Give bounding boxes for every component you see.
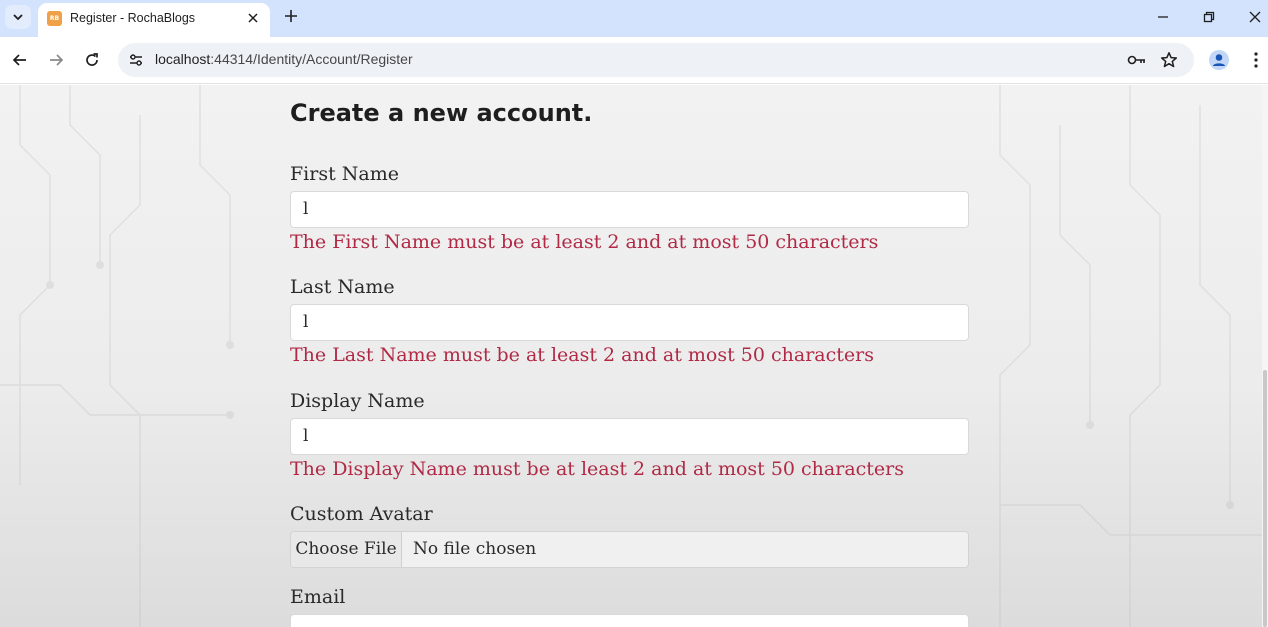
page-content: Create a new account. First Name l The F… (0, 85, 1262, 627)
custom-avatar-file-input[interactable]: Choose File No file chosen (290, 531, 969, 568)
key-icon (1127, 55, 1145, 65)
site-favicon-icon: RB (47, 11, 62, 26)
display-name-value: l (303, 426, 309, 446)
choose-file-button[interactable]: Choose File (291, 532, 402, 567)
last-name-value: l (303, 312, 309, 332)
page-scrollbar[interactable] (1262, 85, 1268, 627)
chevron-down-icon (13, 14, 23, 21)
first-name-input[interactable]: l (290, 191, 969, 228)
display-name-label: Display Name (290, 390, 425, 412)
close-icon (248, 13, 258, 23)
scrollbar-thumb[interactable] (1263, 370, 1267, 627)
browser-toolbar: localhost:44314/Identity/Account/Registe… (0, 37, 1268, 84)
back-button[interactable] (8, 48, 32, 72)
url-path: :44314/Identity/Account/Register (210, 51, 413, 67)
profile-button[interactable] (1207, 48, 1231, 72)
new-tab-button[interactable] (281, 6, 301, 26)
site-info-button[interactable] (127, 51, 145, 69)
profile-icon (1209, 50, 1229, 70)
minimize-button[interactable] (1151, 6, 1175, 28)
first-name-value: l (303, 199, 309, 219)
last-name-input[interactable]: l (290, 304, 969, 341)
email-label: Email (290, 586, 346, 608)
reload-icon (86, 53, 98, 66)
tab-strip: RB Register - RochaBlogs (0, 0, 1268, 37)
star-icon (1160, 52, 1178, 68)
plus-icon (285, 10, 297, 22)
file-status-text: No file chosen (413, 539, 537, 559)
forward-button[interactable] (44, 48, 68, 72)
arrow-right-icon (50, 54, 64, 66)
reload-button[interactable] (80, 48, 104, 72)
address-bar[interactable]: localhost:44314/Identity/Account/Registe… (118, 43, 1194, 77)
more-vertical-icon (1254, 52, 1258, 68)
first-name-label: First Name (290, 163, 399, 185)
tab-search-button[interactable] (5, 5, 31, 29)
url-text: localhost:44314/Identity/Account/Registe… (155, 51, 413, 67)
display-name-error: The Display Name must be at least 2 and … (290, 458, 905, 480)
restore-icon (1203, 11, 1215, 23)
restore-button[interactable] (1197, 6, 1221, 28)
email-input[interactable] (290, 614, 969, 627)
browser-menu-button[interactable] (1246, 48, 1266, 72)
close-icon (1249, 11, 1261, 23)
page-title: Create a new account. (290, 99, 593, 127)
last-name-label: Last Name (290, 276, 395, 298)
bookmark-button[interactable] (1158, 49, 1180, 71)
tune-icon (130, 54, 142, 66)
arrow-left-icon (12, 54, 26, 66)
password-key-button[interactable] (1126, 49, 1148, 71)
custom-avatar-label: Custom Avatar (290, 503, 433, 525)
first-name-error: The First Name must be at least 2 and at… (290, 231, 879, 253)
last-name-error: The Last Name must be at least 2 and at … (290, 344, 874, 366)
display-name-input[interactable]: l (290, 418, 969, 455)
tab-title: Register - RochaBlogs (70, 11, 196, 25)
close-window-button[interactable] (1243, 6, 1267, 28)
url-host: localhost (155, 51, 211, 67)
tab-close-button[interactable] (245, 10, 261, 26)
minimize-icon (1158, 16, 1168, 18)
browser-tab[interactable]: RB Register - RochaBlogs (38, 3, 270, 37)
